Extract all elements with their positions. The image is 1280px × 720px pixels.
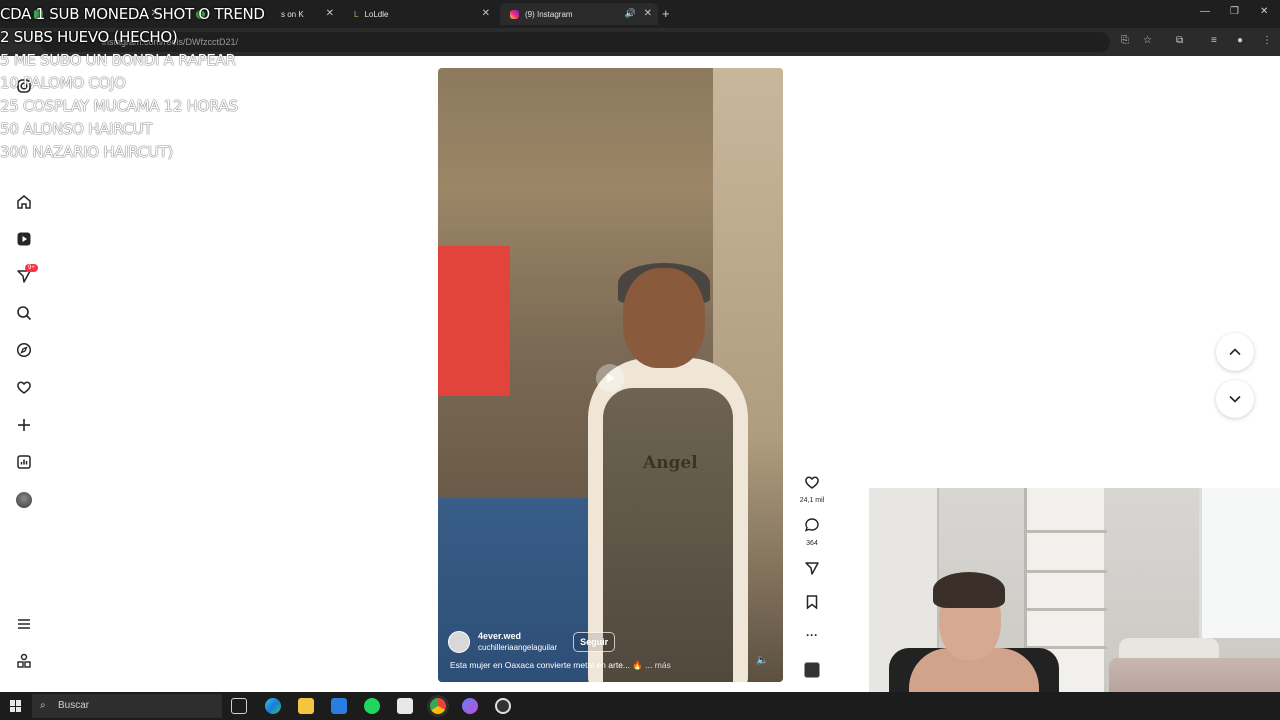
screen: ✕ s on K ✕ L LoLdle ✕ (9) Instagram 🔊 ✕ … [0,0,1280,720]
profile-avatar[interactable] [14,490,34,510]
edge-icon[interactable] [265,698,281,714]
explore-icon[interactable] [14,340,34,360]
minimize-icon[interactable]: — [1200,6,1210,17]
comment-button[interactable]: 364 [796,517,828,547]
task-view-icon[interactable] [231,698,247,714]
author-names: 4ever.wed cuchilleriaangelaguilar [478,631,557,653]
overlay-line: 25 COSPLAY MUCAMA 12 HORAS [0,97,238,115]
share-button[interactable] [796,560,828,581]
shelf [1027,530,1107,533]
file-explorer-icon[interactable] [298,698,314,714]
previous-reel-button[interactable] [1216,333,1254,371]
bookmark-icon [806,595,818,610]
apron-text: Angel [643,453,698,473]
meta-apps-icon[interactable] [14,651,34,671]
more-options-icon[interactable]: ··· [796,628,828,642]
start-button[interactable] [10,700,22,712]
speaker-icon[interactable]: 🔊 [625,8,636,19]
author-username[interactable]: 4ever.wed [478,631,557,642]
caption-more-link[interactable]: más [655,660,671,670]
taskbar-search-placeholder: Buscar [58,700,90,711]
comments-count: 364 [806,540,818,547]
webcam-person-hair [933,572,1005,608]
video-scene-blue-wall [438,498,598,682]
profile-icon[interactable]: ● [1237,35,1243,46]
close-icon[interactable]: ✕ [326,8,334,19]
shelf [1027,608,1107,611]
play-icon[interactable] [596,364,624,392]
video-person-head [623,268,705,368]
overlay-line: 2 SUBS HUEVO (HECHO) [0,28,178,46]
save-button[interactable] [796,594,828,615]
kebab-menu-icon[interactable]: ⋮ [1262,35,1272,46]
heart-icon[interactable] [14,377,34,397]
heart-icon [805,476,819,489]
volume-icon[interactable]: 🔈 [756,655,768,666]
audio-thumbnail[interactable] [804,662,820,678]
comment-icon [804,518,819,532]
tab-loldle[interactable]: L LoLdle ✕ [344,3,496,25]
video-scene-red-cloth [438,246,510,396]
stream-overlay-list: CDA 1 SUB MONEDA SHOT O TREND 2 SUBS HUE… [0,3,265,164]
tab-instagram[interactable]: (9) Instagram 🔊 ✕ [500,3,658,25]
collaborator-username[interactable]: cuchilleriaangelaguilar [478,642,557,653]
tab-label: (9) Instagram [525,9,573,19]
chevron-up-icon [1229,348,1241,356]
caption-text: Esta mujer en Oaxaca convierte metal en … [450,660,653,670]
share-icon [805,562,819,575]
webcam-scene-window [1199,488,1280,638]
reel-video[interactable]: Angel 4ever.wed cuchilleriaangelaguilar … [438,68,783,682]
discord-icon[interactable] [462,698,478,714]
windows-taskbar: ⌕ Buscar [0,692,1280,720]
overlay-line: 5 ME SUBO UN BONDI A RAPEAR [0,51,236,69]
overlay-line: 10 PALOMO COJO [0,74,126,92]
extensions-icon[interactable]: ⧉ [1176,35,1183,46]
follow-button[interactable]: Seguir [573,632,616,652]
webcam-overlay [869,488,1280,720]
media-control-icon[interactable]: ≡ [1211,35,1217,46]
close-icon[interactable]: ✕ [644,8,652,19]
spotify-icon[interactable] [364,698,380,714]
home-icon[interactable] [14,192,34,212]
author-avatar[interactable] [448,631,470,653]
chrome-icon[interactable] [430,698,446,714]
store-icon[interactable] [397,698,413,714]
instagram-favicon [510,9,519,19]
tab-label: LoLdle [364,9,389,19]
install-app-icon[interactable]: ⎘ [1121,35,1129,46]
loldle-favicon: L [354,9,359,19]
restore-icon[interactable]: ❐ [1230,6,1239,17]
overlay-line: 300 NAZARIO HAIRCUT) [0,143,173,161]
reel-caption[interactable]: Esta mujer en Oaxaca convierte metal en … [450,660,671,671]
bookmark-star-icon[interactable]: ☆ [1143,35,1152,46]
taskbar-search[interactable]: ⌕ Buscar [32,694,222,718]
dashboard-icon[interactable] [14,452,34,472]
create-icon[interactable] [14,415,34,435]
chevron-down-icon [1229,395,1241,403]
reels-icon[interactable] [14,229,34,249]
shelf [1027,570,1107,573]
window-close-icon[interactable]: ✕ [1260,6,1268,17]
mail-icon[interactable] [331,698,347,714]
like-button[interactable]: 24,1 mil [796,474,828,504]
tab-2-label-fragment: s on K [281,9,304,19]
reel-author-row: 4ever.wed cuchilleriaangelaguilar Seguir [448,631,616,653]
search-icon: ⌕ [40,700,46,711]
obs-icon[interactable] [495,698,511,714]
new-tab-button[interactable]: + [662,6,670,21]
search-icon[interactable] [14,303,34,323]
next-reel-button[interactable] [1216,380,1254,418]
video-person-apron [603,388,733,682]
overlay-line: 50 ALONSO HAIRCUT [0,120,153,138]
notification-badge: 9+ [25,264,38,272]
avatar [16,492,32,508]
menu-icon[interactable] [14,614,34,634]
likes-count: 24,1 mil [799,497,825,504]
close-icon[interactable]: ✕ [482,8,490,19]
overlay-line: CDA 1 SUB MONEDA SHOT O TREND [0,5,265,23]
